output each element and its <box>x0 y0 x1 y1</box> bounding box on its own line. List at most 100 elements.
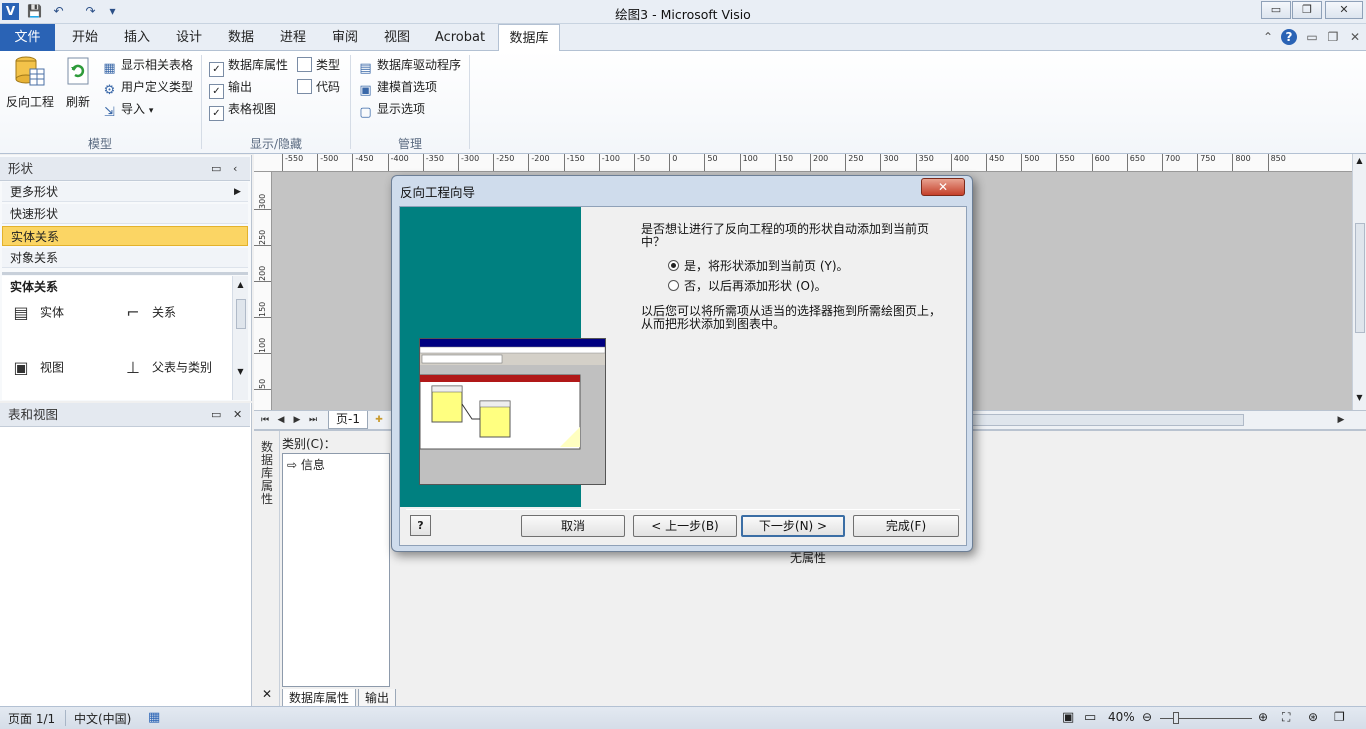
tab-design[interactable]: 设计 <box>166 24 212 51</box>
scroll-thumb[interactable] <box>1354 223 1365 333</box>
stencil-relationship[interactable]: ⌐ 关系 <box>122 302 176 324</box>
tab-view[interactable]: 视图 <box>374 24 420 51</box>
stencil-entity[interactable]: ▤ 实体 <box>10 302 64 324</box>
object-relation-item[interactable]: 对象关系 <box>2 248 248 268</box>
category-item-info[interactable]: ⇨ 信息 <box>283 454 389 475</box>
category-list[interactable]: ⇨ 信息 <box>282 453 390 687</box>
properties-side-title: 数据库属性 <box>261 440 274 506</box>
panel-dock-icon[interactable]: ▭ <box>211 403 221 427</box>
next-button[interactable]: 下一步(N) > <box>741 515 845 537</box>
back-button[interactable]: < 上一步(B) <box>633 515 737 537</box>
user-defined-types-button[interactable]: ⚙ 用户定义类型 <box>102 77 193 97</box>
panel-dock-icon[interactable]: ▭ <box>211 157 221 181</box>
entity-icon: ▤ <box>13 303 29 322</box>
types-checkbox[interactable]: 类型 <box>297 55 340 75</box>
first-page-icon[interactable]: ⏮ <box>258 413 272 427</box>
wizard-illustration <box>419 338 606 485</box>
tab-db-properties[interactable]: 数据库属性 <box>282 689 357 707</box>
tab-acrobat[interactable]: Acrobat <box>428 24 492 51</box>
macro-record-icon[interactable]: ▦ <box>148 710 160 725</box>
relationship-icon: ⌐ <box>126 303 140 322</box>
code-checkbox[interactable]: 代码 <box>297 77 340 97</box>
collapse-ribbon-icon[interactable]: ⌃ <box>1260 29 1276 45</box>
minimize-button[interactable]: ▭ <box>1261 1 1291 19</box>
scroll-down-icon[interactable]: ▼ <box>233 367 248 376</box>
doc-minimize-icon[interactable]: ▭ <box>1304 29 1320 45</box>
page-indicator[interactable]: 页面 1/1 <box>8 710 55 727</box>
zoom-in-icon[interactable]: ⊕ <box>1258 710 1268 724</box>
table-view-checkbox[interactable]: ✓ 表格视图 <box>209 99 276 121</box>
zoom-out-icon[interactable]: ⊖ <box>1142 710 1152 724</box>
window-title: 绘图3 - Microsoft Visio <box>615 7 751 22</box>
group-divider <box>469 55 470 149</box>
tab-file[interactable]: 文件 <box>0 24 55 51</box>
doc-close-icon[interactable]: ✕ <box>1347 29 1363 45</box>
option-no-radio[interactable]: 否，以后再添加形状 (O)。 <box>668 277 827 294</box>
ruler-tick-label: -50 <box>634 154 650 171</box>
panel-close-icon[interactable]: ✕ <box>233 403 242 427</box>
next-page-icon[interactable]: ▶ <box>290 413 304 427</box>
scroll-right-icon[interactable]: ▶ <box>1334 413 1348 427</box>
dialog-body: 是否想让进行了反向工程的项的形状自动添加到当前页中？ 是，将形状添加到当前页 (… <box>399 206 967 546</box>
quick-shapes-item[interactable]: 快速形状 <box>2 204 248 224</box>
entity-relation-item[interactable]: 实体关系 <box>2 226 248 246</box>
splitter[interactable] <box>2 272 248 275</box>
language-indicator[interactable]: 中文(中国) <box>74 710 131 727</box>
insert-page-icon[interactable]: ✚ <box>372 413 386 427</box>
prev-page-icon[interactable]: ◀ <box>274 413 288 427</box>
zoom-slider-thumb[interactable] <box>1173 712 1179 724</box>
help-icon[interactable]: ? <box>1281 29 1297 45</box>
stencil-view[interactable]: ▣ 视图 <box>10 357 64 379</box>
doc-restore-icon[interactable]: ❐ <box>1325 29 1341 45</box>
tab-review[interactable]: 审阅 <box>322 24 368 51</box>
finish-button[interactable]: 完成(F) <box>853 515 959 537</box>
cancel-button[interactable]: 取消 <box>521 515 625 537</box>
scroll-up-icon[interactable]: ▲ <box>233 280 248 289</box>
stencil-scrollbar[interactable]: ▲ ▼ <box>232 276 248 400</box>
vertical-scrollbar[interactable]: ▲ ▼ <box>1352 154 1366 410</box>
tab-process[interactable]: 进程 <box>270 24 316 51</box>
modeling-prefs-button[interactable]: ▣ 建模首选项 <box>358 77 437 97</box>
scroll-down-icon[interactable]: ▼ <box>1353 393 1366 402</box>
import-button[interactable]: ⇲ 导入 ▾ <box>102 99 153 119</box>
help-button[interactable]: ? <box>410 515 431 536</box>
last-page-icon[interactable]: ⏭ <box>306 413 320 427</box>
db-properties-checkbox[interactable]: ✓ 数据库属性 <box>209 55 288 77</box>
option-yes-radio[interactable]: 是，将形状添加到当前页 (Y)。 <box>668 257 849 274</box>
dialog-close-button[interactable]: ✕ <box>921 178 965 196</box>
view-icon: ▣ <box>13 358 29 377</box>
db-drivers-button[interactable]: ▤ 数据库驱动程序 <box>358 55 461 75</box>
tab-output[interactable]: 输出 <box>358 689 397 707</box>
reverse-engineer-button[interactable]: 反向工程 <box>4 55 56 110</box>
restore-button[interactable]: ❐ <box>1292 1 1322 19</box>
arrow-right-icon: ⇨ <box>287 458 298 472</box>
tab-insert[interactable]: 插入 <box>114 24 160 51</box>
output-checkbox[interactable]: ✓ 输出 <box>209 77 252 99</box>
fit-page-icon[interactable]: ⛶ <box>1282 710 1290 725</box>
chevron-down-icon: ▾ <box>148 106 154 116</box>
show-related-tables-button[interactable]: ▦ 显示相关表格 <box>102 55 193 75</box>
fullscreen-icon[interactable]: ▭ <box>1084 710 1096 725</box>
page-tab[interactable]: 页-1 <box>328 411 368 429</box>
stencil-parent-category[interactable]: ⊥ 父表与类别 <box>122 357 212 379</box>
panel-collapse-icon[interactable]: ‹ <box>233 157 237 181</box>
more-shapes-item[interactable]: 更多形状 ▶ <box>2 182 248 202</box>
normal-view-icon[interactable]: ▣ <box>1062 710 1074 725</box>
switch-windows-icon[interactable]: ❐ <box>1334 710 1345 724</box>
zoom-level[interactable]: 40% <box>1108 710 1135 724</box>
refresh-button[interactable]: 刷新 <box>60 55 96 110</box>
tab-home[interactable]: 开始 <box>62 24 108 51</box>
scroll-thumb[interactable] <box>235 299 246 329</box>
properties-close-icon[interactable]: ✕ <box>262 687 272 701</box>
group-label-manage: 管理 <box>397 137 422 151</box>
tab-database[interactable]: 数据库 <box>498 24 560 52</box>
tab-data[interactable]: 数据 <box>218 24 264 51</box>
pan-zoom-icon[interactable]: ⊛ <box>1308 710 1318 724</box>
display-options-button[interactable]: ▢ 显示选项 <box>358 99 425 119</box>
dialog-separator <box>406 509 960 510</box>
scroll-up-icon[interactable]: ▲ <box>1353 156 1366 165</box>
ribbon-tab-row: 文件 开始 插入 设计 数据 进程 审阅 视图 Acrobat 数据库 ⌃ ? … <box>0 24 1366 52</box>
ruler-tick-label: 850 <box>1267 154 1286 171</box>
ruler-tick-label: -200 <box>528 154 550 171</box>
close-button[interactable]: ✕ <box>1325 1 1363 19</box>
